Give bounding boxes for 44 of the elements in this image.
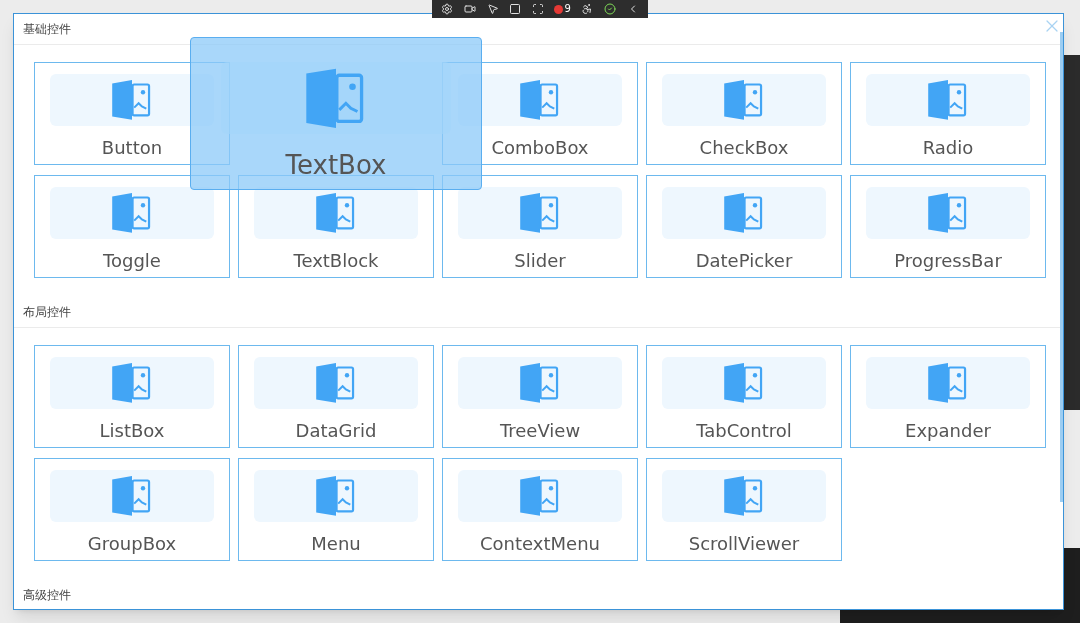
- card-label: ComboBox: [491, 136, 589, 160]
- control-card[interactable]: Slider: [442, 175, 638, 278]
- control-card[interactable]: Menu: [238, 458, 434, 561]
- control-card[interactable]: ScrollViewer: [646, 458, 842, 561]
- control-card[interactable]: GroupBox: [34, 458, 230, 561]
- check-circle-icon[interactable]: [604, 3, 617, 15]
- card-label: GroupBox: [87, 532, 177, 556]
- scrollbar-thumb[interactable]: [1060, 32, 1063, 502]
- control-card[interactable]: Toggle: [34, 175, 230, 278]
- control-card[interactable]: ListBox: [34, 345, 230, 448]
- card-label: TextBlock: [293, 249, 379, 273]
- control-card[interactable]: DatePicker: [646, 175, 842, 278]
- control-card[interactable]: ContextMenu: [442, 458, 638, 561]
- control-card[interactable]: ProgressBar: [850, 175, 1046, 278]
- camera-icon[interactable]: [463, 3, 476, 15]
- card-label: Menu: [311, 532, 361, 556]
- card-label: TreeView: [499, 419, 581, 443]
- control-card[interactable]: Radio: [850, 62, 1046, 165]
- dragged-card[interactable]: TextBox: [190, 37, 482, 190]
- pointer-icon[interactable]: [486, 3, 499, 15]
- card-label: CheckBox: [699, 136, 789, 160]
- control-card[interactable]: DataGrid: [238, 345, 434, 448]
- card-label: DatePicker: [695, 249, 793, 273]
- control-card[interactable]: Expander: [850, 345, 1046, 448]
- card-label: Slider: [514, 249, 566, 273]
- person-icon[interactable]: [581, 3, 594, 15]
- control-card[interactable]: CheckBox: [646, 62, 842, 165]
- section-title: 基础控件: [23, 21, 71, 38]
- settings-icon[interactable]: [441, 3, 454, 15]
- square-icon[interactable]: [509, 3, 522, 15]
- section-title: 高级控件: [23, 587, 71, 604]
- card-label: TabControl: [696, 419, 792, 443]
- control-card[interactable]: TreeView: [442, 345, 638, 448]
- card-label: Toggle: [103, 249, 161, 273]
- card-label: ContextMenu: [480, 532, 600, 556]
- card-label: Button: [101, 136, 163, 160]
- card-label: ScrollViewer: [688, 532, 800, 556]
- card-label: Expander: [905, 419, 991, 443]
- card-label: DataGrid: [295, 419, 377, 443]
- card-label: ProgressBar: [894, 249, 1002, 273]
- control-card[interactable]: TabControl: [646, 345, 842, 448]
- section-title: 布局控件: [23, 304, 71, 321]
- card-label: ListBox: [99, 419, 165, 443]
- card-label: Radio: [922, 136, 974, 160]
